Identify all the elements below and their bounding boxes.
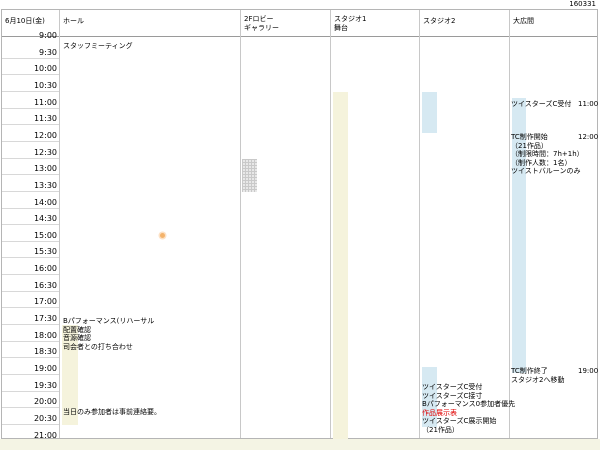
studio2-morning-bar <box>422 92 437 133</box>
column-header-hall: ホール <box>63 17 84 25</box>
studio2-works: （21作品） <box>422 425 459 434</box>
time-gridline <box>2 374 59 375</box>
time-label: 9:00 <box>39 31 57 40</box>
time-label: 19:00 <box>33 364 57 373</box>
time-label: 11:30 <box>33 114 57 124</box>
time-label: 18:30 <box>33 347 57 357</box>
footer-bar <box>0 439 600 450</box>
header-divider <box>2 36 597 37</box>
column-divider <box>59 10 60 438</box>
time-gridline <box>2 324 59 326</box>
time-label: 15:30 <box>33 247 57 257</box>
column-header-studio2: スタジオ2 <box>423 17 456 25</box>
column-header-lobby: 2Fロビー ギャラリー <box>244 15 279 32</box>
schedule-sheet: 6月10日(金) ホール 2Fロビー ギャラリー スタジオ1 舞台 スタジオ2 … <box>1 9 599 440</box>
time-label: 20:30 <box>33 413 57 423</box>
time-label: 18:00 <box>33 330 57 340</box>
hiroma-end: TC制作終了 <box>511 367 548 375</box>
hiroma-move: スタジオ2へ移動 <box>511 375 565 384</box>
hall-event-sound: 音源確認 <box>63 334 91 342</box>
hall-event-placement: 配置確認 <box>63 325 91 334</box>
studio2-removal: ツイスターズC接寸 <box>422 391 483 400</box>
lobby-reserved-bar <box>242 159 257 192</box>
hiroma-balloon: ツイストバルーンのみ <box>511 167 581 175</box>
column-header-studio1: スタジオ1 舞台 <box>334 15 367 32</box>
studio2-priority: Bパフォーマンス0参加者優先 <box>422 400 516 408</box>
time-label: 13:00 <box>33 164 57 174</box>
time-gridline <box>2 274 59 276</box>
time-label: 20:00 <box>33 397 57 407</box>
time-label: 10:30 <box>33 80 57 90</box>
hiroma-start: TC制作開始 <box>511 133 548 141</box>
time-gridline <box>2 307 59 309</box>
studio2-show: 作品展示表 <box>422 408 457 417</box>
time-label: 12:30 <box>33 147 57 157</box>
time-gridline <box>2 224 59 226</box>
time-gridline <box>2 340 59 342</box>
hall-event-rehearsal: Bパフォーマンス(リハーサル <box>63 317 155 325</box>
time-gridline <box>2 174 59 176</box>
column-divider <box>509 10 510 438</box>
time-label: 17:30 <box>33 314 57 324</box>
time-gridline <box>2 107 59 109</box>
time-label: 19:30 <box>33 380 57 390</box>
hall-event-mc: 司会者との打ち合わせ <box>63 342 133 351</box>
time-gridline <box>2 90 59 92</box>
page-id: 160331 <box>569 0 596 8</box>
marker-dot <box>160 233 165 238</box>
column-divider <box>419 10 420 438</box>
column-divider <box>240 10 241 438</box>
time-label: 11:00 <box>33 97 57 107</box>
time-label: 13:30 <box>33 180 57 190</box>
time-label: 16:00 <box>33 264 57 274</box>
time-label: 10:00 <box>33 64 57 74</box>
column-divider <box>330 10 331 438</box>
time-label: 17:00 <box>33 297 57 307</box>
time-gridline <box>2 407 59 409</box>
time-label: 12:00 <box>33 130 57 140</box>
hall-note: 当日のみ参加者は事前連絡要。 <box>63 408 161 416</box>
hiroma-reception-time: 11:00 <box>578 100 599 108</box>
time-label: 16:30 <box>33 280 57 290</box>
time-gridline <box>2 257 59 259</box>
time-label: 14:30 <box>33 214 57 224</box>
hiroma-end-time: 19:00 <box>578 367 599 375</box>
time-label: 14:00 <box>33 197 57 207</box>
studio2-reception: ツイスターズC受付 <box>422 383 483 391</box>
time-gridline <box>2 240 59 242</box>
hiroma-people: （制作人数：1名） <box>511 158 572 167</box>
time-gridline <box>2 57 59 59</box>
time-gridline <box>2 357 59 359</box>
time-label: 9:30 <box>39 47 57 57</box>
time-gridline <box>2 190 59 192</box>
hiroma-works: （21作品） <box>511 141 548 150</box>
time-gridline <box>2 124 59 126</box>
time-gridline <box>2 390 59 392</box>
column-header-hiroma: 大広間 <box>513 17 534 25</box>
time-gridline <box>2 423 59 425</box>
time-gridline <box>2 290 59 292</box>
hall-event-meeting: スタッフミーティング <box>63 42 133 50</box>
studio2-display: ツイスターズC展示開始 <box>422 417 497 425</box>
hiroma-start-time: 12:00 <box>578 133 599 141</box>
time-gridline <box>2 207 59 209</box>
studio1-usage-bar <box>333 92 348 440</box>
time-gridline <box>2 157 59 159</box>
hiroma-limit: （制限時間：7h+1h） <box>511 150 584 158</box>
hiroma-reception: ツイスターズC受付 <box>511 100 572 108</box>
time-label: 15:00 <box>33 230 57 240</box>
time-gridline <box>2 74 59 76</box>
time-gridline <box>2 140 59 142</box>
